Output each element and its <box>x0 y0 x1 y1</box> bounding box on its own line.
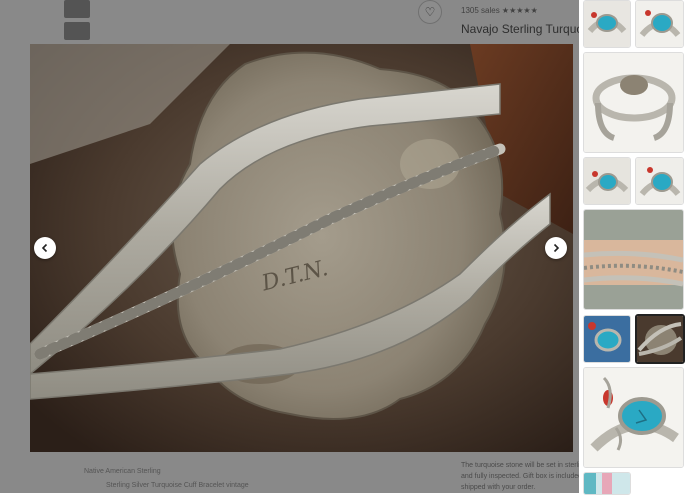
thumbnail-strip <box>579 0 690 495</box>
chevron-left-icon <box>41 243 48 253</box>
thumbnail-8-selected[interactable] <box>635 314 685 364</box>
bracelet-back-photo: D.T.N. <box>30 44 573 452</box>
thumbnail-1[interactable] <box>583 0 631 48</box>
thumbnail-3[interactable] <box>583 52 684 153</box>
thumbnail-7[interactable] <box>583 315 631 363</box>
thumbnail-5[interactable] <box>635 157 684 205</box>
chevron-right-icon <box>553 243 560 253</box>
thumbnail-10[interactable] <box>583 472 631 495</box>
thumbnail-4[interactable] <box>583 157 631 205</box>
thumbnail-9[interactable] <box>583 367 684 468</box>
next-image-button[interactable] <box>545 237 567 259</box>
main-photo: D.T.N. <box>30 44 573 452</box>
thumbnail-6[interactable] <box>583 209 684 310</box>
previous-image-button[interactable] <box>34 237 56 259</box>
thumbnail-2[interactable] <box>635 0 684 48</box>
